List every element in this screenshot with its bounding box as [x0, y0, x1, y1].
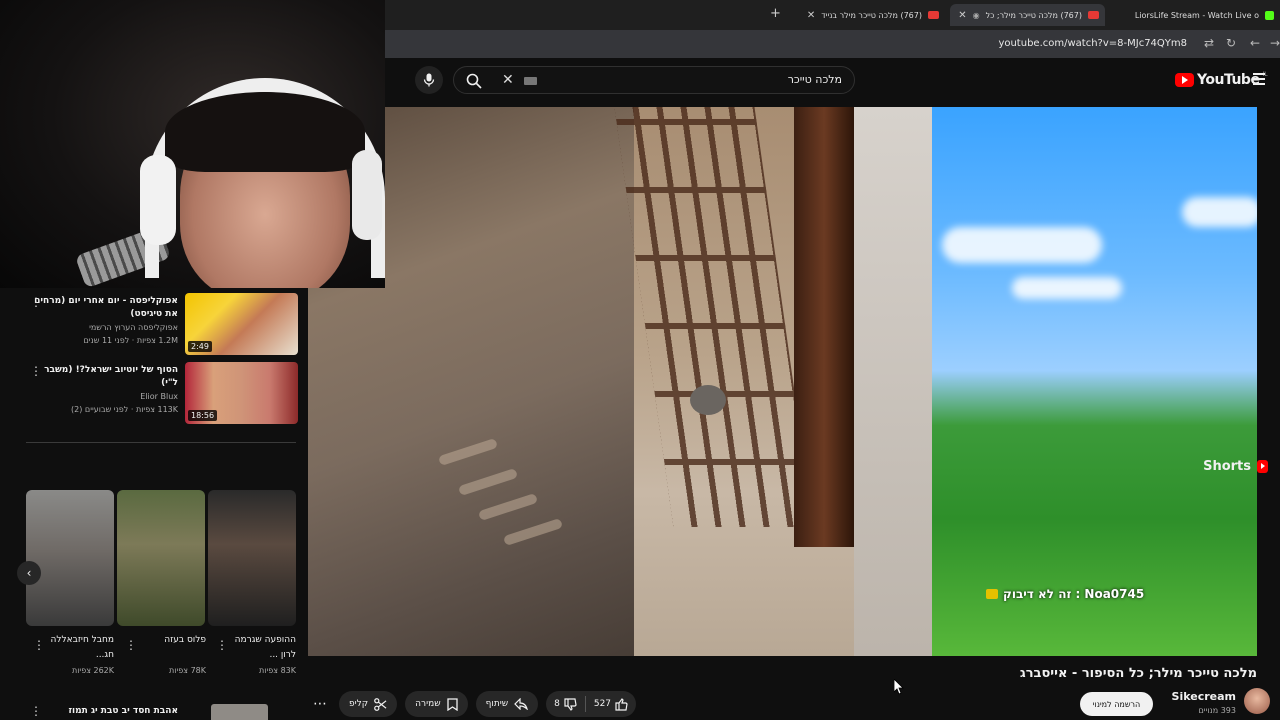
short-title[interactable]: מחבל חיזבאללה חג... [38, 633, 114, 663]
mic-icon [423, 73, 435, 87]
related-video[interactable]: ⋮ אהבת חסד יב טבת יג תמוז [26, 704, 298, 720]
address-bar[interactable]: youtube.com/watch?v=8-MJc74QYm8 ⇄ ↻ ← → [385, 30, 1280, 58]
forward-icon[interactable]: → [1270, 36, 1280, 50]
video-thumbnail[interactable]: 2:49 [185, 293, 298, 355]
dislike-button[interactable]: 8 [546, 691, 585, 717]
more-vert-icon[interactable]: ⋮ [30, 704, 42, 718]
youtube-play-icon [1175, 73, 1194, 87]
cat [690, 385, 726, 415]
speaker-icon: ◉ [972, 10, 980, 20]
clip-icon [374, 697, 387, 711]
share-icon [514, 698, 528, 710]
video-thumbnail[interactable] [211, 704, 268, 720]
video-title: מלכה טייכר מילר; כל הסיפור - אייסברג [1019, 666, 1257, 681]
video-player[interactable]: Noa0745 : זה לא דיבוק [308, 107, 1257, 656]
shorts-header: Shorts [1203, 459, 1268, 474]
shorts-logo-icon [1257, 460, 1268, 473]
voice-search-button[interactable] [415, 66, 443, 94]
more-vert-icon[interactable]: ⋮ [30, 364, 42, 378]
youtube-masthead: ✕ מלכה טייכר YouTube IL [385, 58, 1280, 106]
like-dislike-group: 8 527 [546, 691, 637, 717]
new-tab-icon[interactable]: + [770, 6, 781, 21]
cloud [1182, 197, 1257, 227]
streamer-webcam [0, 0, 385, 288]
channel-name[interactable]: Sikecream [1172, 690, 1236, 703]
motion-blur [477, 492, 539, 522]
cloud [1012, 277, 1122, 299]
motion-blur [457, 467, 519, 497]
search-icon[interactable] [466, 73, 482, 89]
menu-icon[interactable] [1253, 73, 1265, 88]
related-video-info: אפוקליפסה - יום אחרי יום (מרחים את טיגיס… [34, 296, 178, 345]
share-button[interactable]: שיתוף [475, 691, 539, 717]
clip-button[interactable]: קליפ [339, 691, 398, 717]
close-tab-icon[interactable]: ✕ [807, 10, 815, 21]
more-icon[interactable]: ⋯ [309, 691, 331, 717]
save-icon [446, 697, 458, 711]
glass-door [614, 107, 814, 527]
save-button[interactable]: שמירה [405, 691, 468, 717]
subscriber-count: 393 מנויים [1198, 706, 1236, 715]
tab-other-video[interactable]: (767) מלכה טייכר מילר בנייד ✕ [790, 4, 945, 26]
video-frame-middle [614, 107, 932, 656]
youtube-favicon-icon [1088, 11, 1099, 19]
kick-icon [1265, 10, 1274, 20]
tab-current-video[interactable]: (767) מלכה טייכר מילר; כל ◉ ✕ [950, 4, 1105, 26]
short-thumbnail[interactable] [26, 490, 114, 626]
keyboard-icon[interactable] [524, 77, 537, 85]
like-icon [615, 697, 628, 711]
short-thumbnail[interactable] [117, 490, 205, 626]
short-title[interactable]: ההופעה שגרמה לרון ... [220, 633, 296, 663]
related-video[interactable]: 18:56 הסוף של יוטיוב ישראל?! (משבר ל"י) … [26, 362, 298, 424]
cloud [942, 227, 1102, 263]
tab-liorslife[interactable]: LiorsLife Stream - Watch Live o [1110, 4, 1280, 26]
short-views: 262K צפיות [71, 666, 114, 675]
streamer-hair [165, 92, 365, 172]
chat-overlay: Noa0745 : זה לא דיבוק [986, 587, 1144, 601]
reload-icon[interactable]: ↻ [1226, 36, 1236, 50]
headphone-cup [352, 150, 382, 240]
search-input[interactable]: מלכה טייכר [788, 73, 842, 86]
short-thumbnail[interactable] [208, 490, 296, 626]
close-tab-icon[interactable]: ✕ [958, 10, 966, 21]
url-text[interactable]: youtube.com/watch?v=8-MJc74QYm8 [998, 38, 1187, 49]
back-icon[interactable]: ← [1250, 36, 1260, 50]
video-frame-right [932, 107, 1257, 656]
wall [854, 107, 932, 656]
search-box[interactable]: ✕ מלכה טייכר [453, 66, 855, 94]
motion-blur [502, 517, 564, 547]
more-vert-icon[interactable]: ⋮ [125, 638, 137, 652]
section-divider [26, 442, 296, 443]
like-button[interactable]: 527 [586, 691, 636, 717]
more-vert-icon[interactable]: ⋮ [33, 638, 45, 652]
more-vert-icon[interactable]: ⋮ [216, 638, 228, 652]
headphone-cup [140, 155, 176, 245]
youtube-favicon-icon [928, 11, 939, 19]
motion-blur [437, 437, 499, 467]
more-vert-icon[interactable]: ⋮ [30, 295, 42, 309]
subscribe-button[interactable]: הרשמה למינוי [1080, 692, 1153, 716]
channel-avatar[interactable] [1244, 688, 1270, 714]
video-thumbnail[interactable]: 18:56 [185, 362, 298, 424]
door-frame [794, 107, 854, 547]
subscriber-badge-icon [986, 589, 998, 599]
short-views: 83K צפיות [259, 666, 296, 675]
clear-icon[interactable]: ✕ [502, 72, 514, 88]
mouse-cursor-icon [894, 679, 904, 695]
short-title[interactable]: פלוס בעזה [130, 633, 206, 648]
short-views: 78K צפיות [169, 666, 206, 675]
related-video[interactable]: 2:49 אפוקליפסה - יום אחרי יום (מרחים את … [26, 293, 298, 355]
video-actions: ⋯ קליפ שמירה שיתוף 8 527 [309, 691, 637, 717]
translate-icon[interactable]: ⇄ [1204, 36, 1214, 50]
chevron-left-icon[interactable]: ‹ [17, 561, 41, 585]
dislike-icon [564, 697, 577, 711]
related-video-info: הסוף של יוטיוב ישראל?! (משבר ל"י) Elior … [44, 365, 178, 414]
